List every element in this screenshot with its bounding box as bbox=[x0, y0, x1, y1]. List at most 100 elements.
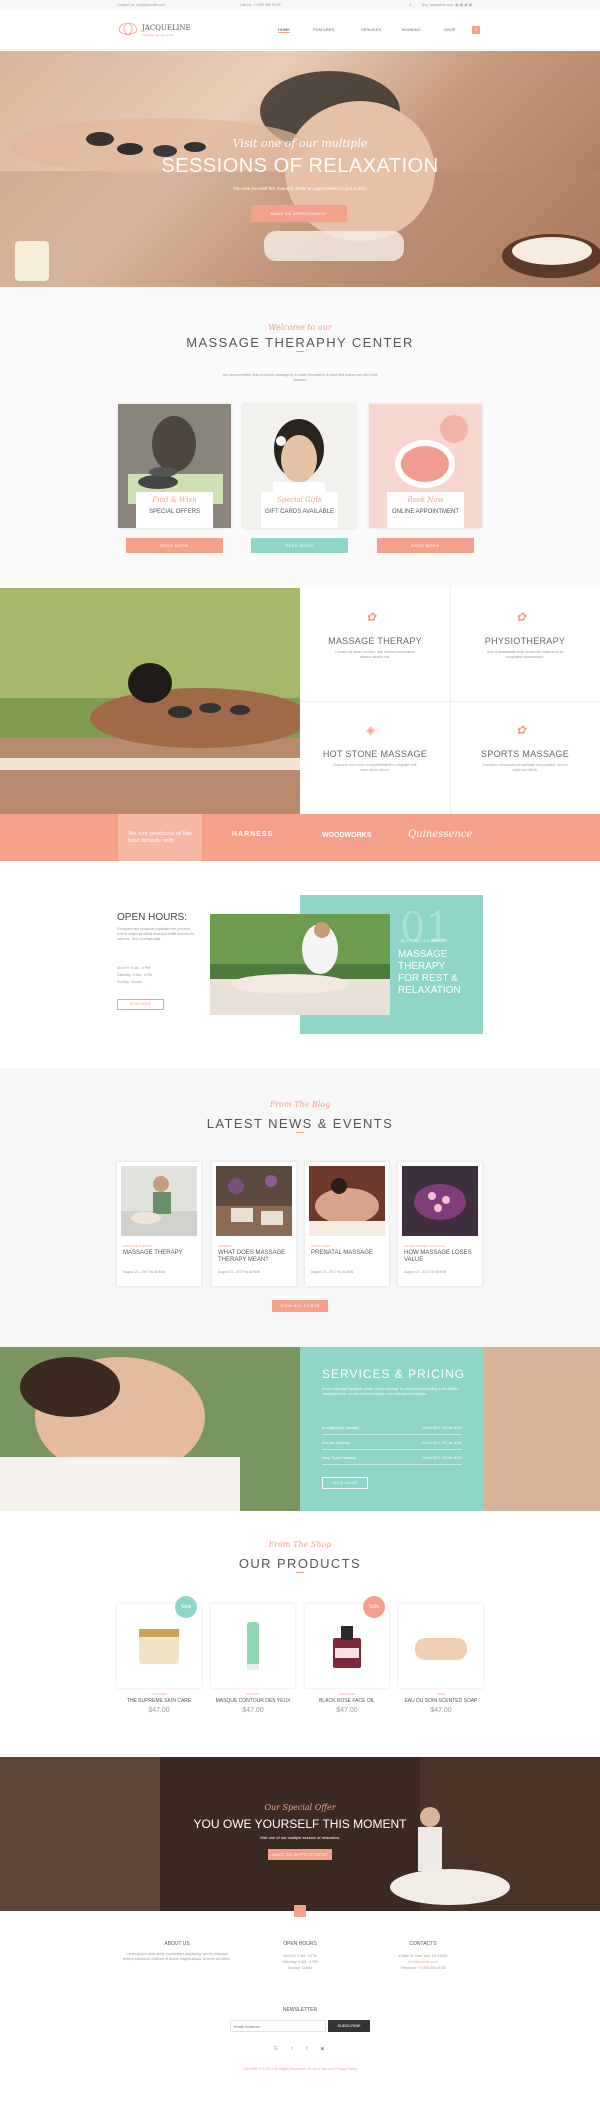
news-card[interactable]: General WHAT DOES MASSAGE THERAPY MEAN? … bbox=[212, 1162, 296, 1286]
footer-social-icons[interactable]: G t f ◙ bbox=[274, 2046, 330, 2052]
product-card[interactable] bbox=[399, 1604, 483, 1688]
nav-shop[interactable]: SHOP bbox=[444, 27, 455, 32]
services-panel: ✿ MASSAGE THERAPY Ut enim ad minim venia… bbox=[300, 588, 600, 814]
offer-card-script: Find & Wish bbox=[152, 496, 197, 504]
search-icon[interactable]: ⌕ bbox=[409, 2, 412, 8]
news-category[interactable]: Stretching bbox=[311, 1244, 331, 1248]
hero-script: Visit one of our multiple bbox=[232, 137, 368, 150]
offer-appointment-button[interactable]: Make an appointment bbox=[268, 1849, 332, 1860]
divider bbox=[296, 1132, 304, 1134]
nav-features[interactable]: FEATURES bbox=[313, 27, 334, 32]
news-post-title[interactable]: HOW MASSAGE LOSES VALUE bbox=[404, 1250, 476, 1264]
service-title[interactable]: MASSAGE THERAPY bbox=[300, 636, 450, 646]
view-all-posts-button[interactable]: View all posts bbox=[272, 1300, 328, 1312]
book-online-button[interactable]: Book online bbox=[322, 1477, 368, 1489]
gift-card-script: Special Gifts bbox=[276, 496, 323, 504]
news-category[interactable]: Massage Therapy bbox=[123, 1244, 153, 1248]
product-category[interactable]: Makeup bbox=[211, 1692, 295, 1696]
news-card[interactable]: Massage Therapy MASSAGE THERAPY August 2… bbox=[117, 1162, 201, 1286]
physiotherapy-icon: ✿ bbox=[516, 610, 527, 624]
welcome-text: You deserve better than a rushed massage… bbox=[222, 373, 378, 382]
feature-title[interactable]: MASSAGE THERAPY FOR REST & RELAXATION bbox=[398, 949, 468, 997]
topbar-email[interactable]: Contact Us: info@yoursite.com bbox=[117, 3, 165, 7]
welcome-script: Welcome to our bbox=[268, 323, 332, 332]
subscribe-button[interactable]: SUBSCRIBE bbox=[328, 2020, 370, 2032]
offer-script: Our Special Offer bbox=[264, 1803, 336, 1812]
hot-stone-image bbox=[0, 588, 300, 814]
footer-contact-line[interactable]: info@yoursite.com bbox=[363, 1960, 483, 1965]
hero-appointment-button[interactable]: Make an appointment bbox=[251, 205, 347, 222]
service-title[interactable]: PHYSIOTHERAPY bbox=[450, 636, 600, 646]
offer-card: Find & Wish SPECIAL OFFERS bbox=[118, 404, 231, 528]
news-post-title[interactable]: MASSAGE THERAPY bbox=[123, 1250, 195, 1257]
news-category[interactable]: Physiotherapy, Physical bbox=[404, 1244, 446, 1248]
main-nav: JACQUELINE Massage therapy center HOME F… bbox=[0, 10, 600, 50]
gift-read-more-button[interactable]: Read more bbox=[251, 538, 348, 553]
service-title[interactable]: HOT STONE MASSAGE bbox=[300, 749, 450, 759]
product-card[interactable]: New bbox=[117, 1596, 201, 1688]
feature-meta: July 2, 2017 / 0 Comments bbox=[400, 939, 448, 943]
topbar-login[interactable]: Buy Jacqueline now bbox=[422, 3, 453, 7]
product-category[interactable]: Soap bbox=[399, 1692, 483, 1696]
brand-name[interactable]: JACQUELINE bbox=[142, 24, 191, 32]
cart-icon[interactable]: ⌕ bbox=[472, 26, 480, 34]
product-price: $47.00 bbox=[242, 1707, 264, 1714]
pricing-title: SERVICES & PRICING bbox=[322, 1367, 466, 1381]
topbar-phone: Call Us: +1 800 555 55 55 bbox=[240, 3, 281, 7]
product-name[interactable]: BLACK ROSE FACE OIL bbox=[305, 1698, 389, 1704]
hours-line: Saturday: 9 AM - 4 PM bbox=[117, 973, 153, 977]
price-row: Deep Tissue Massage 60 min $70 / 90 min … bbox=[322, 1454, 462, 1465]
appointment-read-more-button[interactable]: Read more bbox=[377, 538, 474, 553]
special-offer-image: Our Special Offer YOU OWE YOURSELF THIS … bbox=[0, 1757, 600, 1911]
footer-contact-line: Telephone: +1 800 555 55 55 bbox=[400, 1966, 446, 1970]
gift-card: Special Gifts GIFT CARDS AVAILABLE bbox=[243, 404, 356, 528]
service-text: Sed ut perspiciatis unde omnis iste natu… bbox=[486, 650, 564, 659]
welcome-title: MASSAGE THERAPHY CENTER bbox=[186, 335, 414, 350]
news-post-title[interactable]: WHAT DOES MASSAGE THERAPY MEAN? bbox=[218, 1250, 290, 1264]
news-category[interactable]: General bbox=[218, 1244, 232, 1248]
social-icons[interactable]: ◉ ◉ ◉ ◉ bbox=[455, 2, 472, 7]
service-text: Ut enim ad minim veniam, quis nostrud ex… bbox=[335, 650, 415, 659]
product-name[interactable]: MASQUE CONTOUR DES YEUX bbox=[211, 1698, 295, 1704]
footer-hours-line: Sunday: Closed bbox=[287, 1966, 313, 1970]
product-category[interactable]: Skincare bbox=[117, 1692, 201, 1696]
product-card[interactable] bbox=[211, 1604, 295, 1688]
footer-about-title: ABOUT US bbox=[164, 1941, 190, 1947]
sports-massage-icon: ✿ bbox=[516, 723, 527, 737]
sale-badge: Sale bbox=[363, 1596, 385, 1618]
product-price: $47.00 bbox=[430, 1707, 452, 1714]
hours-title: OPEN HOURS: bbox=[117, 912, 188, 923]
product-card[interactable]: Sale bbox=[305, 1596, 389, 1688]
price-row: Aromatherapy Massage 60 min $70 / 90 min… bbox=[322, 1424, 462, 1435]
news-card[interactable]: Physiotherapy, Physical HOW MASSAGE LOSE… bbox=[398, 1162, 482, 1286]
massage-therapy-icon: ✿ bbox=[366, 610, 377, 624]
newsletter-email-input[interactable] bbox=[230, 2020, 326, 2032]
appointment-card-script: Book Now bbox=[407, 496, 444, 504]
product-name[interactable]: THE SUPREME SKIN CARE bbox=[117, 1698, 201, 1704]
hours-read-more-button[interactable]: Read more bbox=[117, 999, 164, 1010]
product-category[interactable]: Skincare bbox=[305, 1692, 389, 1696]
offer-card-title: SPECIAL OFFERS bbox=[148, 509, 201, 515]
service-title[interactable]: SPORTS MASSAGE bbox=[450, 749, 600, 759]
logo-icon[interactable] bbox=[117, 22, 139, 36]
hot-stone-icon: ◈ bbox=[366, 723, 376, 737]
nav-booking[interactable]: BOOKING bbox=[402, 27, 421, 32]
hero-title: SESSIONS OF RELAXATION bbox=[161, 155, 439, 177]
brand-tagline: Massage therapy center bbox=[142, 33, 175, 37]
news-card[interactable]: Stretching PRENATAL MASSAGE August 21, 2… bbox=[305, 1162, 389, 1286]
offer-read-more-button[interactable]: Read more bbox=[126, 538, 223, 553]
gift-card-title: GIFT CARDS AVAILABLE bbox=[264, 509, 335, 515]
price-name: Deep Tissue Massage bbox=[322, 1456, 357, 1460]
brand-logo: Quinessence bbox=[408, 829, 473, 840]
footer-about-text: Lorem ipsum dolor amet, consectetur adip… bbox=[123, 1952, 231, 1961]
price-name: Aromatherapy Massage bbox=[322, 1426, 360, 1430]
nav-home[interactable]: HOME bbox=[278, 27, 290, 33]
news-post-title[interactable]: PRENATAL MASSAGE bbox=[311, 1250, 383, 1257]
product-name[interactable]: EAU DU SOIN SCENTED SOAP bbox=[399, 1698, 483, 1704]
offer-subtitle: Visit one of our multiple session of rel… bbox=[259, 1835, 341, 1840]
scroll-top-button[interactable] bbox=[294, 1905, 306, 1917]
feature-number: 01 bbox=[400, 905, 451, 951]
nav-services[interactable]: SERVICES bbox=[361, 27, 381, 32]
service-text: Duis aute irure dolor in reprehenderit i… bbox=[333, 763, 417, 772]
news-meta: August 21, 2017 by ADMIN bbox=[311, 1270, 354, 1274]
